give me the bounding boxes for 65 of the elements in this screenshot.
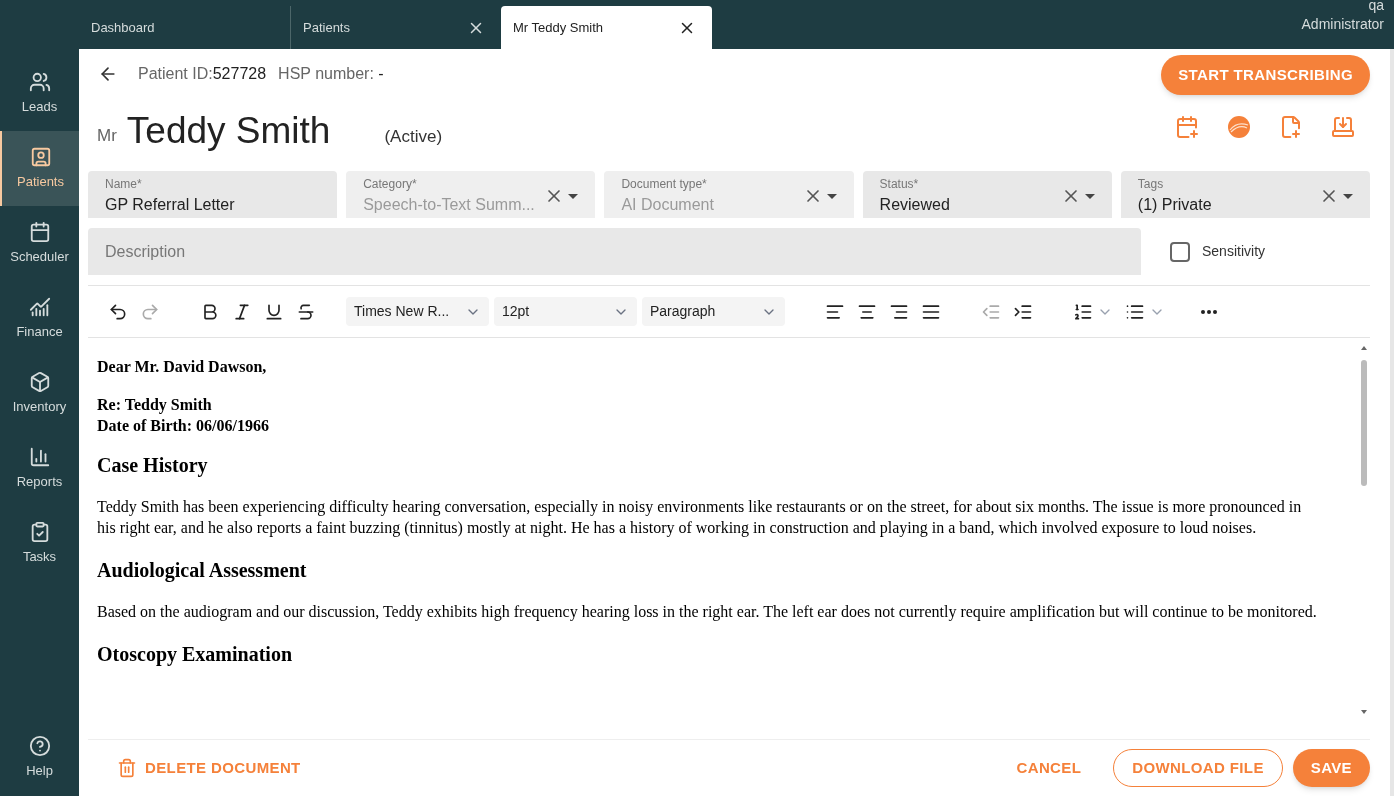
field-label: Document type* <box>621 176 708 193</box>
sidebar-item[interactable]: Inventory <box>0 356 79 431</box>
select-field[interactable]: Name* GP Referral Letter <box>88 171 338 218</box>
sidebar-item[interactable]: Reports <box>0 431 79 506</box>
cube-icon <box>28 370 51 393</box>
field-value: (1) Private <box>1137 195 1212 215</box>
calendar-plus-icon[interactable] <box>1175 115 1199 139</box>
toolbar-dropdown[interactable]: 12pt <box>494 297 637 326</box>
sidebar-item[interactable]: Tasks <box>0 506 79 581</box>
tab[interactable]: Dashboard <box>79 6 290 49</box>
contact-card-icon <box>29 145 52 168</box>
tab-label: Mr Teddy Smith <box>513 18 604 37</box>
hsp-number: HSP number: - <box>278 64 384 84</box>
bar-chart-icon <box>28 445 51 468</box>
sidebar-item[interactable]: Patients <box>0 131 79 206</box>
toolbar-dropdown[interactable]: Paragraph <box>642 297 785 326</box>
italic-icon <box>232 301 252 322</box>
people-icon <box>28 70 51 93</box>
dropdown-caret-icon[interactable] <box>1343 193 1353 199</box>
sidebar-item[interactable]: Finance <box>0 281 79 356</box>
patient-status: (Active) <box>384 125 443 148</box>
tab-label: Dashboard <box>91 18 155 37</box>
field-label: Tags <box>1137 176 1165 193</box>
sidebar-item[interactable]: Leads <box>0 56 79 131</box>
section-heading: Otoscopy Examination <box>97 642 294 666</box>
sidebar-item[interactable]: Scheduler <box>0 206 79 281</box>
sensitivity-label: Sensitivity <box>1202 242 1266 261</box>
calendar-icon <box>28 220 51 243</box>
help-icon <box>28 734 51 757</box>
select-field[interactable]: Tags (1) Private <box>1120 171 1370 218</box>
field-value: AI Document <box>621 195 714 215</box>
more-icon <box>1201 309 1217 314</box>
body-paragraph: Based on the audiogram and our discussion, Teddy exhibits high frequency hearing loss in the right ear. The left ear does not currently require amplification but will continue to be monitored. <box>97 602 1318 622</box>
sensitivity-checkbox[interactable] <box>1170 241 1190 262</box>
field-value: Reviewed <box>879 195 950 215</box>
field-label: Name* <box>105 176 143 193</box>
user-role: Administrator <box>1301 15 1384 34</box>
letter-line: Date of Birth: 06/06/1966 <box>97 416 270 436</box>
trash-icon <box>117 758 137 778</box>
section-heading: Audiological Assessment <box>97 558 308 582</box>
toolbar-dropdown[interactable]: Times New R... <box>346 297 489 326</box>
note-plus-icon[interactable] <box>1279 115 1303 139</box>
tab[interactable]: Mr Teddy Smith <box>501 6 712 49</box>
undo-icon <box>108 301 128 322</box>
sphere-logo-icon[interactable] <box>1227 115 1251 139</box>
chart-icon <box>28 295 51 318</box>
field-label: Status* <box>879 176 920 193</box>
redo-icon <box>140 301 160 322</box>
section-heading: Case History <box>97 453 209 477</box>
archive-arrow-icon[interactable] <box>1331 115 1355 139</box>
field-value: GP Referral Letter <box>105 195 235 215</box>
name-prefix: Mr <box>97 124 117 147</box>
letter-line: Re: Teddy Smith <box>97 395 213 415</box>
tab-label: Patients <box>303 18 350 37</box>
description-field[interactable]: Description <box>88 228 1141 275</box>
body-paragraph: Teddy Smith has been experiencing difficulty hearing conversation, especially in noisy environments like restaurants or on the street, for about six months. The issue is more pronounced in his right ear, and he also reports a faint buzzing (tinnitus) mostly at night. He has a history of working in construction and playing in a band, which involved exposure to loud noises. <box>97 497 1303 538</box>
select-field[interactable]: Status* Reviewed <box>862 171 1112 218</box>
user-name: qa <box>1367 0 1384 15</box>
help-button[interactable]: Help <box>0 734 79 780</box>
patient-id: Patient ID:527728 <box>138 64 267 84</box>
field-value: Speech-to-Text Summ... <box>363 195 535 215</box>
letter-line: Dear Mr. David Dawson, <box>97 357 268 377</box>
patient-name: Teddy Smith <box>126 111 331 151</box>
field-label: Category* <box>363 176 418 193</box>
dropdown-caret-icon[interactable] <box>1084 193 1095 199</box>
